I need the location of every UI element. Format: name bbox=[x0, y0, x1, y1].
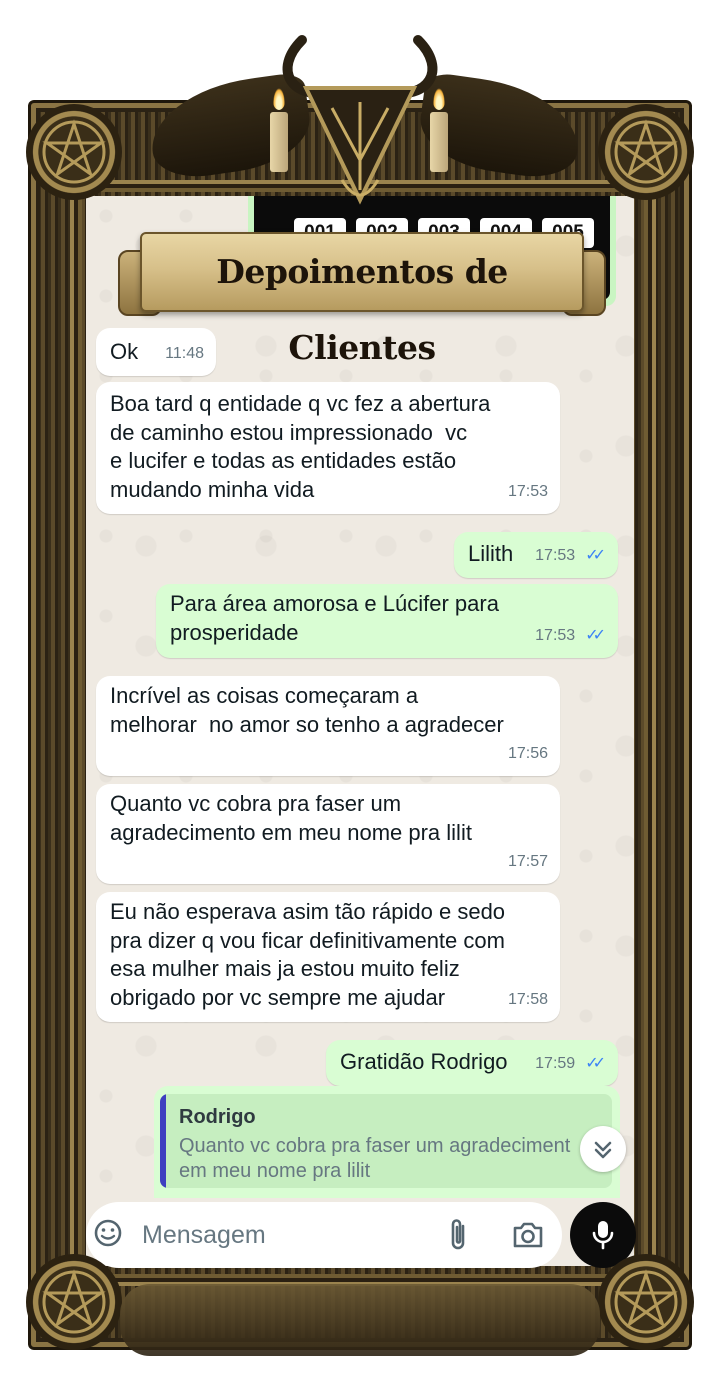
quote-bar bbox=[160, 1094, 166, 1188]
message-meta: 11:48 bbox=[165, 340, 204, 369]
pentagram-icon bbox=[614, 1269, 678, 1334]
quoted-text-line: Quanto vc cobra pra faser um agradecimen… bbox=[179, 1135, 571, 1157]
message-text: Eu não esperava asim tão rápido e sedo p… bbox=[110, 899, 506, 1010]
title-banner: Depoimentos de Clientes bbox=[140, 232, 584, 367]
pentagram-icon bbox=[614, 119, 678, 184]
message-outgoing[interactable]: Lilith 17:53 ✓✓ bbox=[454, 532, 618, 578]
pentagram-corner bbox=[26, 104, 122, 200]
message-time: 17:53 bbox=[535, 546, 576, 564]
message-time: 17:57 bbox=[507, 852, 548, 870]
message-meta: 17:53 ✓✓ bbox=[535, 542, 606, 571]
banner-title: Depoimentos de Clientes bbox=[216, 252, 508, 367]
pentagram-corner bbox=[598, 1254, 694, 1350]
message-text: Quanto vc cobra pra faser um agradecimen… bbox=[110, 791, 472, 845]
message-text: Para área amorosa e Lúcifer para prosper… bbox=[170, 591, 499, 645]
message-incoming[interactable]: Ok 11:48 bbox=[96, 328, 216, 376]
message-time: 17:53 bbox=[507, 482, 548, 500]
message-incoming[interactable]: Quanto vc cobra pra faser um agradecimen… bbox=[96, 784, 560, 884]
message-time: 11:48 bbox=[165, 344, 204, 362]
message-time: 17:58 bbox=[507, 990, 548, 1008]
quoted-text: Quanto vc cobra pra faser um agradecimen… bbox=[179, 1134, 599, 1184]
pentagram-icon bbox=[42, 119, 106, 184]
reply-message[interactable]: Rodrigo Quanto vc cobra pra faser um agr… bbox=[154, 1086, 620, 1198]
pentagram-corner bbox=[598, 104, 694, 200]
message-meta: 17:57 bbox=[508, 848, 548, 877]
message-input[interactable] bbox=[142, 1216, 432, 1254]
message-time: 17:59 bbox=[535, 1054, 576, 1072]
message-meta: 17:56 bbox=[508, 740, 548, 769]
candle-ornament bbox=[430, 112, 448, 172]
message-time: 17:56 bbox=[507, 744, 548, 762]
skull-ornament bbox=[120, 1284, 600, 1356]
message-incoming[interactable]: Boa tard q entidade q vc fez a abertura … bbox=[96, 382, 560, 514]
chevron-double-down-icon bbox=[592, 1138, 614, 1160]
paperclip-icon[interactable] bbox=[444, 1216, 472, 1254]
message-text: Ok bbox=[110, 339, 139, 364]
testimonial-screenshot: 001 002 003 004 005 ✓✓ Ok 11:48 Boa tard… bbox=[0, 0, 720, 1394]
message-text: Lilith bbox=[468, 541, 514, 566]
double-check-icon: ✓✓ bbox=[585, 1054, 606, 1072]
message-meta: 17:59 ✓✓ bbox=[535, 1050, 606, 1079]
message-time: 17:53 bbox=[535, 626, 576, 644]
candle-ornament bbox=[270, 112, 288, 172]
message-outgoing[interactable]: Para área amorosa e Lúcifer para prosper… bbox=[156, 584, 618, 658]
message-outgoing[interactable]: Gratidão Rodrigo 17:59 ✓✓ bbox=[326, 1040, 618, 1086]
message-meta: 17:53 ✓✓ bbox=[535, 622, 606, 651]
double-check-icon: ✓✓ bbox=[585, 546, 606, 564]
microphone-icon bbox=[592, 1221, 614, 1250]
sigil-crest bbox=[262, 30, 458, 230]
message-incoming[interactable]: Incrível as coisas começaram a melhorar … bbox=[96, 676, 560, 776]
camera-icon[interactable] bbox=[510, 1218, 546, 1252]
pentagram-corner bbox=[26, 1254, 122, 1350]
message-text: Incrível as coisas começaram a melhorar … bbox=[110, 683, 504, 737]
pentagram-icon bbox=[42, 1269, 106, 1334]
message-text: Boa tard q entidade q vc fez a abertura … bbox=[110, 391, 491, 502]
quoted-text-line: em meu nome pra lilit bbox=[179, 1160, 371, 1182]
sticker-smiley-icon[interactable] bbox=[92, 1218, 124, 1250]
scroll-to-bottom-button[interactable] bbox=[580, 1126, 626, 1172]
message-text: Gratidão Rodrigo bbox=[340, 1049, 508, 1074]
message-meta: 17:53 bbox=[508, 478, 548, 507]
candle-flame bbox=[273, 88, 285, 110]
double-check-icon: ✓✓ bbox=[585, 626, 606, 644]
message-incoming[interactable]: Eu não esperava asim tão rápido e sedo p… bbox=[96, 892, 560, 1022]
quoted-author: Rodrigo bbox=[179, 1106, 256, 1128]
quoted-message[interactable]: Rodrigo Quanto vc cobra pra faser um agr… bbox=[160, 1094, 612, 1188]
candle-flame bbox=[433, 88, 445, 110]
message-composer bbox=[86, 1202, 562, 1268]
message-meta: 17:58 bbox=[508, 986, 548, 1015]
